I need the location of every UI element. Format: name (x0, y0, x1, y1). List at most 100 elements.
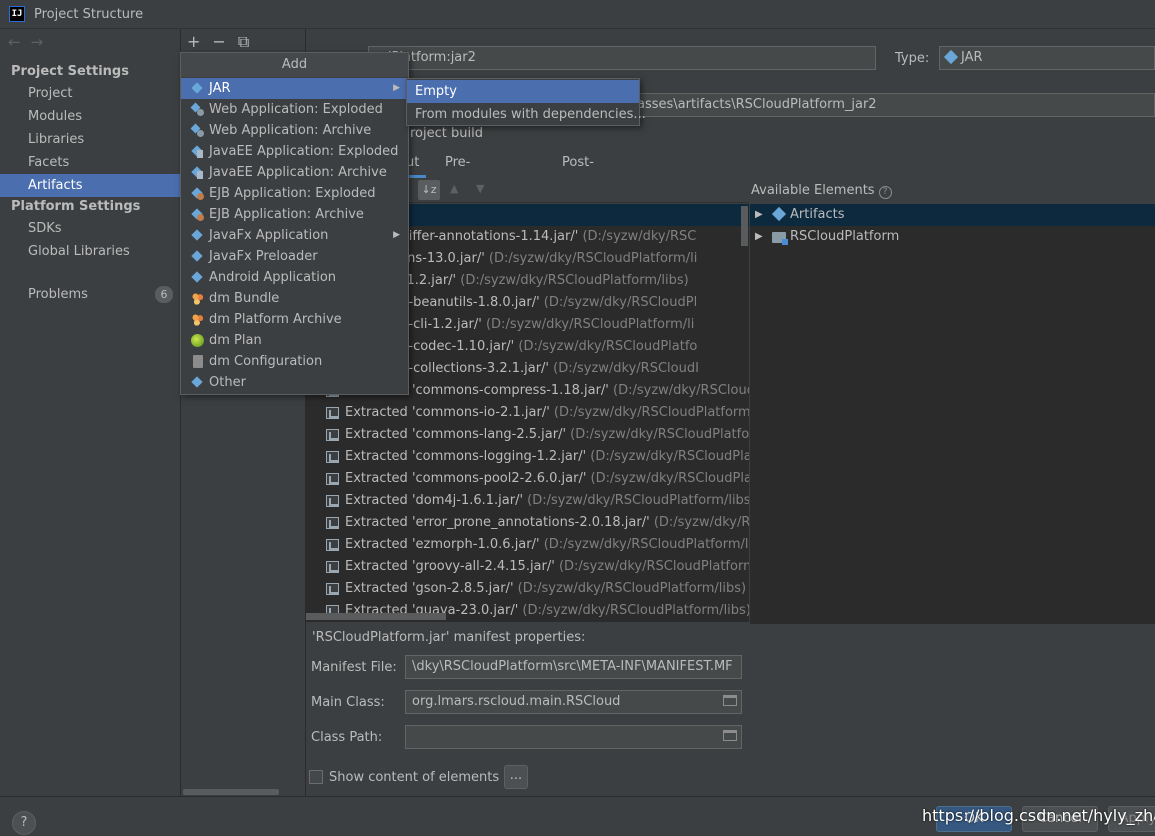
extracted-archive-icon (326, 561, 339, 573)
back-arrow-icon[interactable]: ← (8, 33, 21, 51)
main-class-field[interactable]: org.lmars.rscloud.main.RSCloud (405, 690, 742, 714)
expand-arrow-icon[interactable]: ▶ (755, 204, 763, 226)
tree-row[interactable]: Extracted 'error_prone_annotations-2.0.1… (306, 512, 749, 534)
nav-arrows: ← → (8, 33, 43, 51)
popup-item-android-application[interactable]: Android Application (181, 267, 408, 288)
sidebar-item-facets[interactable]: Facets (0, 151, 181, 174)
popup-item-javafx-preloader[interactable]: JavaFx Preloader (181, 246, 408, 267)
sidebar-item-artifacts[interactable]: Artifacts (0, 174, 181, 197)
available-item-artifacts[interactable]: ▶ Artifacts (750, 204, 1155, 226)
copy-icon[interactable]: ⧉ (238, 32, 249, 52)
popup-item-ejb-application-exploded[interactable]: EJB Application: Exploded (181, 183, 408, 204)
popup-item-label: dm Bundle (209, 291, 280, 306)
tree-row[interactable]: Extracted 'groovy-all-2.4.15.jar/' (D:/s… (306, 556, 749, 578)
popup-item-label: JavaFx Application (209, 228, 329, 243)
platform-settings-heading: Platform Settings (11, 199, 141, 214)
sort-icon[interactable]: ↓z (418, 180, 440, 200)
javaee-icon (191, 166, 204, 179)
tree-row-label: Extracted 'commons-lang-2.5.jar/' (D:/sy… (345, 424, 749, 446)
expand-arrow-icon[interactable]: ▶ (755, 226, 763, 248)
tab-output-layout[interactable]: ut (406, 151, 426, 178)
popup-item-label: Web Application: Exploded (209, 102, 383, 117)
remove-icon[interactable]: − (212, 32, 225, 52)
tree-row[interactable]: Extracted 'commons-logging-1.2.jar/' (D:… (306, 446, 749, 468)
output-directory-field[interactable]: asses\artifacts\RSCloudPlatform_jar2 (633, 93, 1155, 117)
tree-row-path: (D:/syzw/dky/RSCloudPlatform/libs) (513, 581, 747, 596)
javafx-icon (191, 229, 204, 242)
tree-row-name: Extracted 'commons-pool2-2.6.0.jar/' (345, 471, 587, 486)
extracted-archive-icon (326, 473, 339, 485)
tree-row[interactable]: Extracted 'dom4j-1.6.1.jar/' (D:/syzw/dk… (306, 490, 749, 512)
tree-row-label: Extracted 'commons-logging-1.2.jar/' (D:… (345, 446, 749, 468)
popup-item-javaee-application-archive[interactable]: JavaEE Application: Archive (181, 162, 408, 183)
extracted-archive-icon (326, 517, 339, 529)
popup-item-dm-bundle[interactable]: dm Bundle (181, 288, 408, 309)
watermark-text: https://blog.csdn.net/hyly_zhard (922, 806, 1155, 825)
popup-item-label: EJB Application: Exploded (209, 186, 376, 201)
tree-row[interactable]: Extracted 'commons-pool2-2.6.0.jar/' (D:… (306, 468, 749, 490)
popup-item-label: EJB Application: Archive (209, 207, 364, 222)
project-settings-heading: Project Settings (11, 64, 129, 79)
popup-item-web-application-archive[interactable]: Web Application: Archive (181, 120, 408, 141)
tree-row-path: (D:/syzw/dky/RSCloudPlatform/libs) (456, 273, 689, 288)
output-tree-vscrollbar[interactable] (741, 206, 748, 246)
popup-item-web-application-exploded[interactable]: Web Application: Exploded (181, 99, 408, 120)
sidebar-item-libraries[interactable]: Libraries (0, 128, 181, 151)
popup-item-label: Android Application (209, 270, 337, 285)
add-icon[interactable]: + (187, 32, 200, 52)
tree-row[interactable]: Extracted 'commons-lang-2.5.jar/' (D:/sy… (306, 424, 749, 446)
move-down-icon[interactable]: ▼ (476, 182, 484, 195)
browse-folder-icon[interactable] (723, 695, 737, 706)
available-item-module[interactable]: ▶ RSCloudPlatform (750, 226, 1155, 248)
artifact-list-scrollbar[interactable] (183, 789, 279, 795)
sidebar-item-project[interactable]: Project (0, 82, 181, 105)
tree-row-label: Extracted 'commons-pool2-2.6.0.jar/' (D:… (345, 468, 749, 490)
browse-folder-icon[interactable] (723, 730, 737, 741)
add-artifact-popup: Add JAR ▶ Web Application: Exploded Web App… (180, 52, 409, 395)
tree-row-label: Extracted 'ezmorph-1.0.6.jar/' (D:/syzw/… (345, 534, 749, 556)
sidebar-item-sdks[interactable]: SDKs (0, 217, 181, 240)
output-tree-hscrollbar[interactable] (306, 613, 446, 620)
forward-arrow-icon[interactable]: → (31, 33, 44, 51)
popup-item-dm-plan[interactable]: dm Plan (181, 330, 408, 351)
move-up-icon[interactable]: ▲ (450, 182, 458, 195)
show-content-checkbox[interactable] (309, 770, 323, 784)
popup-item-other[interactable]: Other (181, 372, 408, 393)
popup-item-jar[interactable]: JAR ▶ (181, 78, 408, 99)
popup-item-dm-platform-archive[interactable]: dm Platform Archive (181, 309, 408, 330)
extracted-archive-icon (326, 539, 339, 551)
artifact-list-toolbar: + − ⧉ (187, 32, 249, 52)
help-icon[interactable]: ? (878, 186, 892, 199)
popup-item-label: dm Configuration (209, 354, 323, 369)
popup-item-javaee-application-exploded[interactable]: JavaEE Application: Exploded (181, 141, 408, 162)
submenu-item-empty[interactable]: Empty (407, 80, 639, 103)
extracted-archive-icon (326, 495, 339, 507)
main-class-value: org.lmars.rscloud.main.RSCloud (412, 694, 621, 709)
jar-submenu: Empty From modules with dependencies... (406, 78, 646, 126)
include-in-build-label: roject build (410, 126, 483, 141)
tree-row-path: (D:/syzw/dky/RSCl (653, 515, 749, 530)
tree-row-name: Extracted 'commons-io-2.1.jar/' (345, 405, 550, 420)
tree-row[interactable]: Extracted 'gson-2.8.5.jar/' (D:/syzw/dky… (306, 578, 749, 600)
popup-item-javafx-application[interactable]: JavaFx Application ▶ (181, 225, 408, 246)
artifact-name-field[interactable]: udPlatform:jar2 (368, 46, 876, 70)
tree-row-name: Extracted 'ezmorph-1.0.6.jar/' (345, 537, 540, 552)
manifest-file-field[interactable]: \dky\RSCloudPlatform\src\META-INF\MANIFE… (405, 655, 742, 679)
sidebar-item-modules[interactable]: Modules (0, 105, 181, 128)
ejb-icon (191, 187, 204, 200)
problems-count-badge: 6 (155, 286, 173, 303)
sidebar-item-problems[interactable]: Problems 6 (0, 283, 181, 306)
show-content-options-button[interactable]: ... (504, 765, 528, 789)
type-select[interactable]: JAR (939, 46, 1155, 70)
sidebar-item-global-libraries[interactable]: Global Libraries (0, 240, 181, 263)
popup-item-ejb-application-archive[interactable]: EJB Application: Archive (181, 204, 408, 225)
available-elements-header: Available Elements? (751, 183, 892, 199)
available-elements-tree[interactable]: ▶ Artifacts ▶ RSCloudPlatform (750, 204, 1155, 624)
class-path-field[interactable] (405, 725, 742, 749)
tree-row[interactable]: Extracted 'commons-io-2.1.jar/' (D:/syzw… (306, 402, 749, 424)
popup-item-dm-configuration[interactable]: dm Configuration (181, 351, 408, 372)
submenu-item-from-modules[interactable]: From modules with dependencies... (407, 103, 646, 126)
help-button[interactable]: ? (12, 811, 36, 835)
type-select-value: JAR (961, 50, 983, 65)
tree-row[interactable]: Extracted 'ezmorph-1.0.6.jar/' (D:/syzw/… (306, 534, 749, 556)
